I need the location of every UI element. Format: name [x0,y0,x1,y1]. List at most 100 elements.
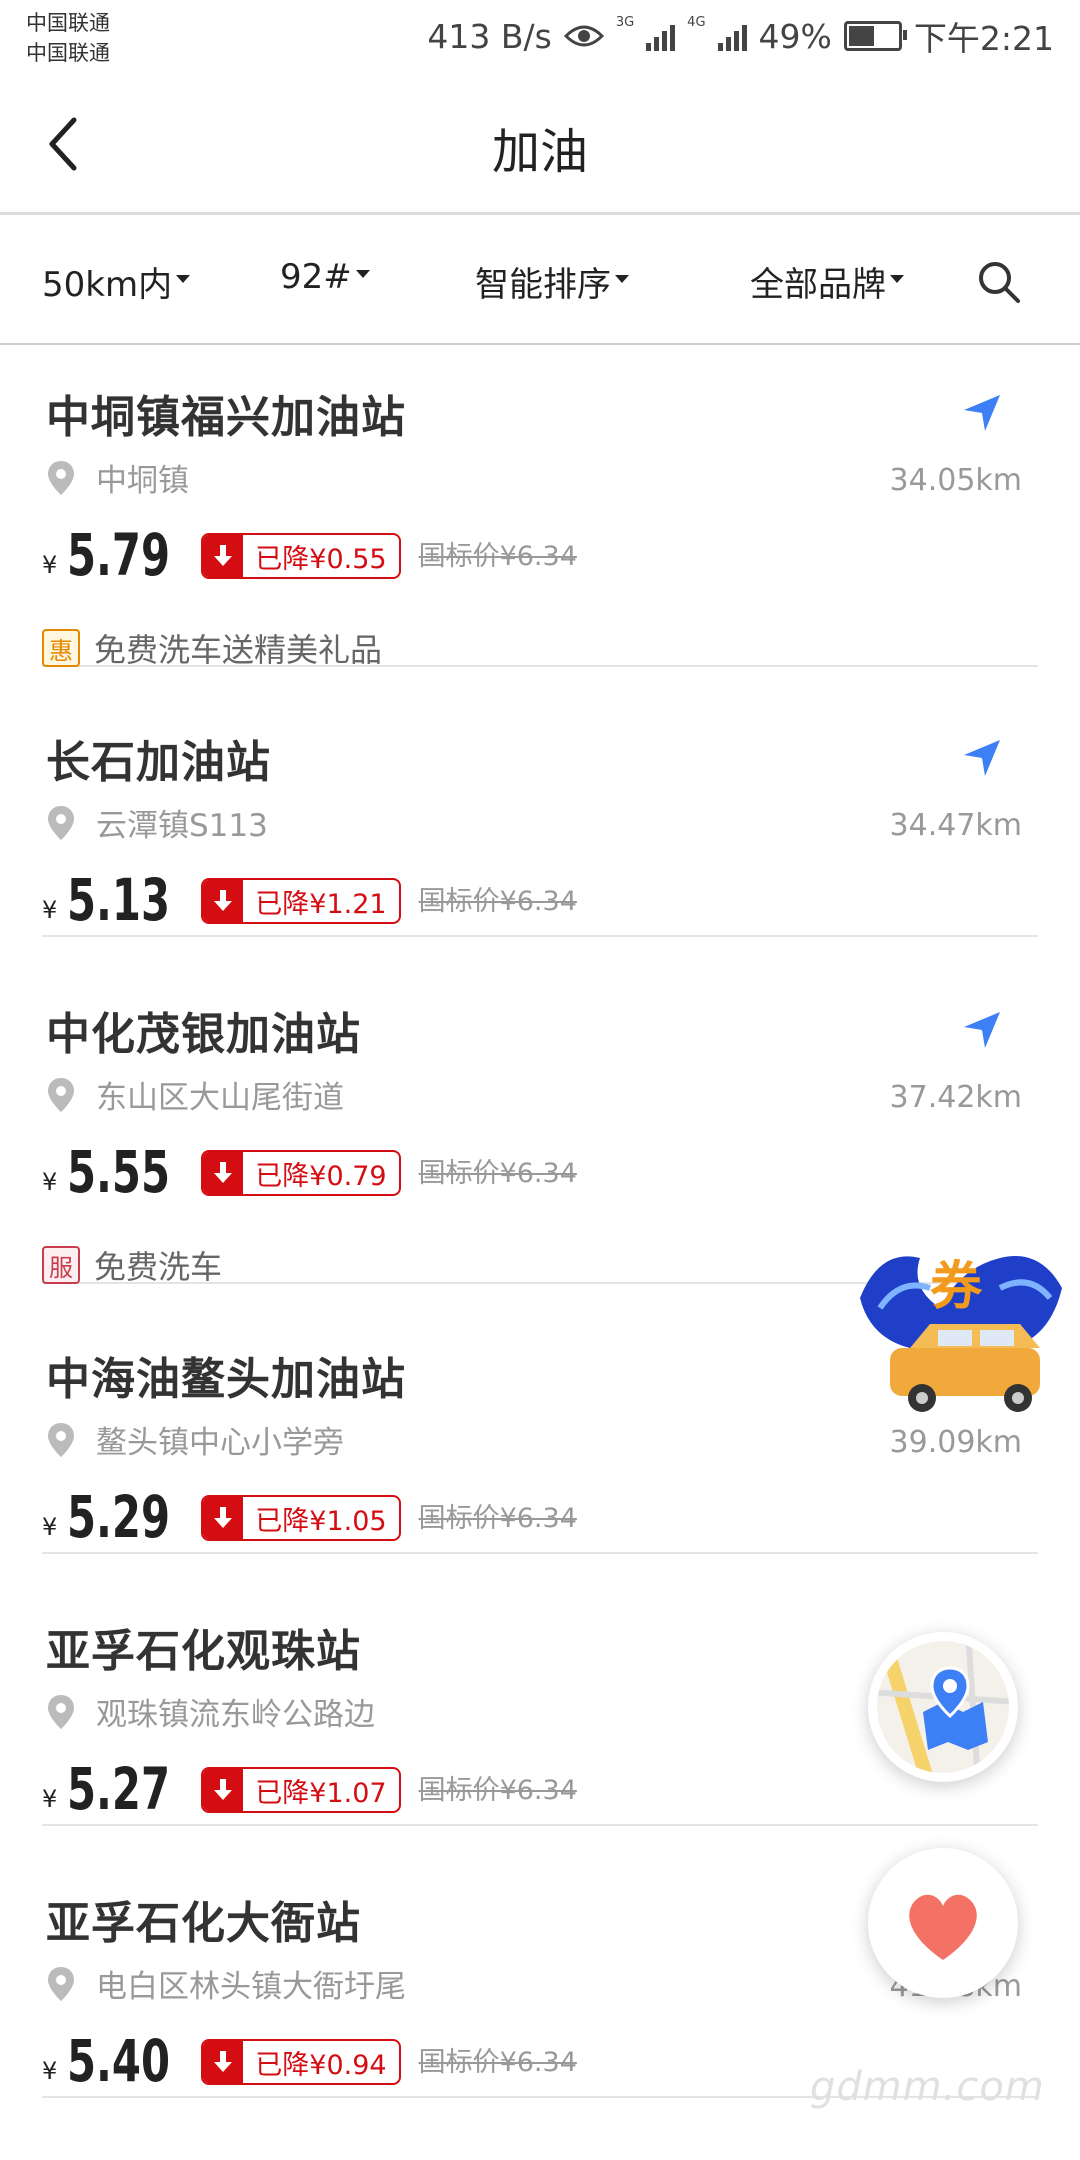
location-pin-icon [48,1077,74,1112]
filter-brand-label: 全部品牌 [750,265,886,305]
station-address: 东山区大山尾街道 [46,1072,344,1117]
battery-percent: 49% [758,16,832,56]
standard-price: 国标价¥6.34 [418,1775,577,1806]
price-drop-badge: 已降¥1.21 [201,878,401,924]
price-drop-text: 已降¥1.21 [255,888,387,920]
filter-sort-label: 智能排序 [475,265,611,305]
location-pin-icon [48,1966,74,2001]
station-address: 中垌镇 [46,455,189,500]
station-item[interactable]: 中垌镇福兴加油站 34.05km 中垌镇 ¥ 5.79 已降¥0.55 国标价¥… [42,345,1038,669]
location-pin-icon [48,1422,74,1457]
filter-fuel[interactable]: 92# [280,257,370,297]
filter-sort[interactable]: 智能排序 [475,257,629,306]
arrow-down-icon [203,1769,244,1811]
standard-price: 国标价¥6.34 [418,1503,577,1534]
station-address: 云潭镇S113 [46,800,268,845]
station-price: 5.13 [67,866,171,934]
station-address-text: 东山区大山尾街道 [96,1080,344,1116]
currency-symbol: ¥ [42,1513,58,1541]
status-bar: 中国联通 中国联通 413 B/s 3G 4G 49% 下午2:21 [0,0,1080,72]
currency-symbol: ¥ [42,1785,58,1813]
station-address-text: 观珠镇流东岭公路边 [96,1697,375,1733]
promo-text: 免费洗车送精美礼品 [94,631,383,669]
eye-icon [563,25,604,47]
promo-text: 免费洗车 [94,1248,223,1286]
filter-brand[interactable]: 全部品牌 [750,257,904,306]
station-item[interactable]: 长石加油站 34.47km 云潭镇S113 ¥ 5.13 已降¥1.21 国标价… [42,690,1038,937]
navigate-arrow-icon[interactable] [962,738,1002,778]
station-address: 鳌头镇中心小学旁 [46,1417,344,1462]
station-distance: 34.47km [889,808,1022,843]
filter-fuel-label: 92# [280,257,352,297]
standard-price: 国标价¥6.34 [418,541,577,572]
price-drop-text: 已降¥0.94 [255,2049,387,2081]
location-pin-icon [48,460,74,495]
favorite-button[interactable] [868,1848,1018,1998]
coupon-label: 券 [930,1257,983,1317]
station-name: 亚孚石化大衙站 [46,1898,361,1949]
page-title: 加油 [491,124,588,180]
arrow-down-icon [203,1152,244,1194]
net-type-1: 3G [615,15,635,30]
search-icon[interactable] [976,259,1022,305]
station-address-text: 中垌镇 [96,463,189,499]
price-drop-badge: 已降¥0.79 [201,1150,401,1196]
header: 加油 [0,72,1080,215]
coupon-float-button[interactable]: 券 [850,1228,1072,1428]
station-address-text: 云潭镇S113 [96,808,268,844]
price-drop-badge: 已降¥1.07 [201,1767,401,1813]
station-address: 电白区林头镇大衙圩尾 [46,1961,406,2006]
caret-down-icon [615,274,629,283]
price-drop-text: 已降¥1.05 [255,1505,387,1537]
price-row: ¥ 5.79 已降¥0.55 国标价¥6.34 [42,521,577,585]
price-row: ¥ 5.29 已降¥1.05 国标价¥6.34 [42,1483,577,1547]
station-name: 长石加油站 [46,737,271,788]
price-drop-badge: 已降¥1.05 [201,1495,401,1541]
price-drop-badge: 已降¥0.55 [201,533,401,579]
station-address-text: 电白区林头镇大衙圩尾 [96,1969,406,2005]
station-price: 5.29 [67,1483,171,1551]
navigate-arrow-icon[interactable] [962,393,1002,433]
carrier-1: 中国联通 [26,11,110,35]
arrow-down-icon [203,880,244,922]
station-price: 5.27 [67,1755,171,1823]
net-type-2: 4G [687,15,706,30]
filter-range[interactable]: 50km内 [42,257,191,306]
caret-down-icon [890,274,904,283]
caret-down-icon [176,274,191,283]
status-right: 413 B/s 3G 4G 49% 下午2:21 [427,14,1054,58]
map-icon [877,1641,1009,1773]
station-distance: 39.09km [889,1425,1022,1460]
arrow-down-icon [203,535,244,577]
price-row: ¥ 5.27 已降¥1.07 国标价¥6.34 [42,1755,577,1819]
price-row: ¥ 5.55 已降¥0.79 国标价¥6.34 [42,1138,577,1202]
promo-row: 服免费洗车 [42,1242,222,1288]
arrow-down-icon [203,2041,244,2083]
standard-price: 国标价¥6.34 [418,2047,577,2078]
station-name: 中垌镇福兴加油站 [46,392,406,443]
station-address: 观珠镇流东岭公路边 [46,1689,375,1734]
arrow-down-icon [203,1497,244,1539]
battery-icon [843,21,907,51]
map-view-button[interactable] [868,1632,1018,1782]
watermark: gdmm.com [810,2064,1045,2110]
filter-range-label: 50km内 [42,265,173,305]
navigate-arrow-icon[interactable] [962,1010,1002,1050]
currency-symbol: ¥ [42,896,58,924]
standard-price: 国标价¥6.34 [418,886,577,917]
station-name: 亚孚石化观珠站 [46,1626,361,1677]
caret-down-icon [355,270,370,278]
promo-tag: 服 [42,1246,80,1284]
price-drop-text: 已降¥1.07 [255,1777,387,1809]
station-address-text: 鳌头镇中心小学旁 [96,1425,344,1461]
price-drop-text: 已降¥0.79 [255,1160,387,1192]
promo-row: 惠免费洗车送精美礼品 [42,625,382,671]
price-row: ¥ 5.13 已降¥1.21 国标价¥6.34 [42,866,577,930]
location-pin-icon [48,1694,74,1729]
station-price: 5.40 [67,2027,171,2095]
signal-icon-1 [646,21,676,51]
currency-symbol: ¥ [42,2057,58,2085]
station-price: 5.79 [67,521,171,589]
station-price: 5.55 [67,1138,171,1206]
carrier-info: 中国联通 中国联通 [26,8,110,68]
